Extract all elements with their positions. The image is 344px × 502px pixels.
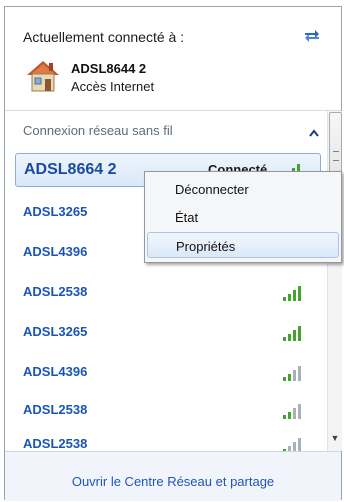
network-name: ADSL2538: [23, 284, 88, 299]
signal-strength-icon: [283, 366, 301, 381]
network-row[interactable]: ADSL2538: [15, 394, 321, 424]
current-network-status: Accès Internet: [71, 79, 155, 94]
network-row[interactable]: ADSL2538: [15, 276, 321, 306]
current-network-name: ADSL8644 2: [71, 61, 147, 76]
house-icon: [23, 57, 63, 95]
menu-item-label: Propriétés: [176, 239, 236, 254]
network-name: ADSL3265: [23, 324, 88, 339]
scroll-down-arrow[interactable]: ▼: [330, 433, 340, 443]
scrollbar[interactable]: ▼: [327, 111, 342, 451]
network-name: ADSL4396: [23, 364, 88, 379]
wireless-section-title: Connexion réseau sans fil: [23, 123, 173, 138]
network-name: ADSL4396: [23, 244, 88, 259]
menu-item-label: État: [175, 210, 199, 225]
chevron-up-icon[interactable]: [308, 125, 320, 137]
network-name: ADSL2538: [23, 402, 88, 417]
network-row[interactable]: ADSL4396: [15, 356, 321, 386]
context-menu: Déconnecter État Propriétés: [144, 171, 342, 263]
scroll-grip: [333, 151, 339, 161]
refresh-icon[interactable]: [302, 28, 322, 44]
network-row[interactable]: ADSL3265: [15, 316, 321, 346]
menu-item-status[interactable]: État: [147, 204, 339, 230]
menu-item-label: Déconnecter: [175, 182, 249, 197]
signal-strength-icon: [283, 286, 301, 301]
open-network-center-link[interactable]: Ouvrir le Centre Réseau et partage: [5, 474, 341, 489]
network-name: ADSL2538: [23, 436, 88, 451]
signal-strength-icon: [283, 326, 301, 341]
signal-strength-icon: [283, 404, 301, 419]
menu-item-properties[interactable]: Propriétés: [147, 232, 339, 258]
header-title: Actuellement connecté à :: [23, 29, 185, 45]
network-name: ADSL8664 2: [24, 161, 117, 178]
network-name: ADSL3265: [23, 204, 88, 219]
menu-item-disconnect[interactable]: Déconnecter: [147, 176, 339, 202]
divider: [5, 110, 341, 111]
footer: Ouvrir le Centre Réseau et partage: [5, 452, 341, 501]
connection-header: Actuellement connecté à : ADSL8644 2 Acc…: [5, 7, 341, 111]
